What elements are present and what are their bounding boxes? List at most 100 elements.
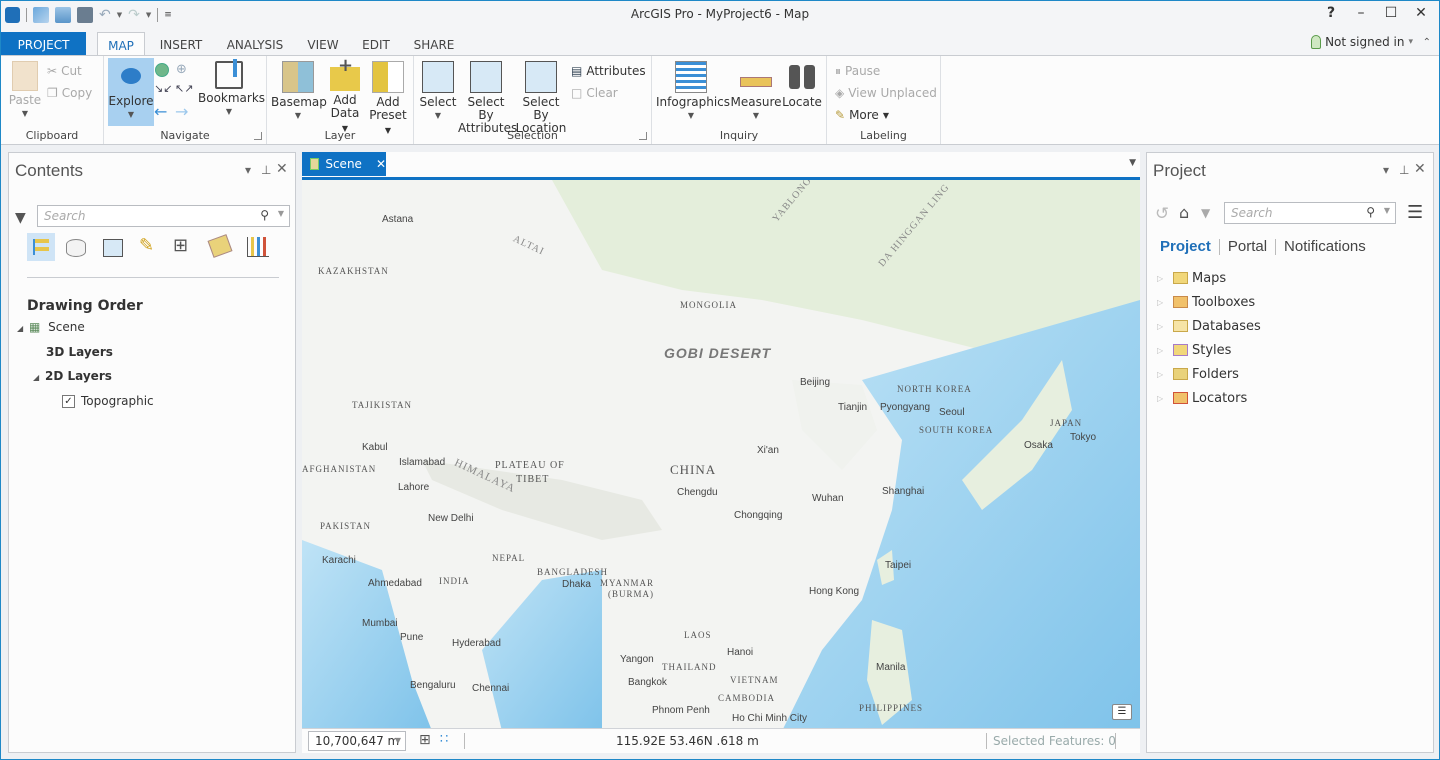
tree-item-2d-layers[interactable]: ◢ 2D Layers	[33, 369, 112, 383]
list-by-selection-icon[interactable]	[103, 239, 123, 257]
close-pane-icon[interactable]: ✕	[1414, 161, 1426, 177]
collapse-triangle-icon[interactable]: ◢	[33, 373, 45, 382]
copy-button[interactable]: ❐ Copy	[47, 84, 92, 102]
close-tab-icon[interactable]: ✕	[376, 157, 386, 171]
pause-labeling-button[interactable]: ⏸ Pause	[835, 62, 880, 80]
basemap-button[interactable]: Basemap ▼	[271, 59, 327, 122]
tab-project-catalog[interactable]: Project	[1160, 238, 1211, 255]
close-pane-icon[interactable]: ✕	[276, 161, 288, 177]
back-icon[interactable]: ↺	[1155, 204, 1169, 224]
select-by-attributes-button[interactable]: Select By Attributes	[458, 59, 517, 135]
tab-map[interactable]: MAP	[97, 32, 145, 56]
close-button[interactable]: ✕	[1411, 5, 1431, 21]
tab-insert[interactable]: INSERT	[153, 32, 209, 55]
pane-options-icon[interactable]: ▾	[245, 163, 251, 177]
list-by-drawing-order-button[interactable]	[27, 233, 55, 261]
view-unplaced-button[interactable]: ◈ View Unplaced	[835, 84, 937, 102]
cut-button[interactable]: ✂ Cut	[47, 62, 82, 80]
tab-share[interactable]: SHARE	[407, 32, 461, 55]
dialog-launcher-icon[interactable]	[639, 132, 647, 140]
add-data-button[interactable]: + Add Data ▼	[327, 57, 363, 135]
tree-item-folders[interactable]: ▷ Folders	[1157, 362, 1261, 386]
previous-extent-icon[interactable]: ←	[154, 102, 167, 121]
hamburger-menu-icon[interactable]: ☰	[1407, 202, 1423, 223]
chevron-down-icon[interactable]: ▼	[1384, 206, 1390, 215]
chevron-down-icon[interactable]: ▼	[278, 209, 284, 218]
tree-item-databases[interactable]: ▷ Databases	[1157, 314, 1261, 338]
search-icon[interactable]: ⚲	[260, 208, 269, 222]
measure-button[interactable]: Measure ▼	[730, 59, 782, 122]
list-by-snapping-icon[interactable]: ⊞	[173, 235, 188, 256]
tree-item-toolboxes[interactable]: ▷ Toolboxes	[1157, 290, 1261, 314]
explore-button[interactable]: Explore ▼	[108, 58, 154, 126]
tab-list-chevron-icon[interactable]: ▼	[1129, 158, 1136, 168]
tab-view[interactable]: VIEW	[301, 32, 345, 55]
bookmarks-button[interactable]: Bookmarks ▼	[198, 59, 265, 118]
search-icon[interactable]: ⚲	[1366, 205, 1375, 219]
select-by-attributes-icon	[470, 61, 502, 93]
tree-item-3d-layers[interactable]: 3D Layers	[46, 345, 113, 359]
layer-visibility-checkbox[interactable]: ✓	[62, 394, 75, 408]
pane-options-icon[interactable]: ▾	[1383, 163, 1389, 177]
attributes-button[interactable]: ▤ Attributes	[571, 62, 646, 80]
tree-item-locators[interactable]: ▷ Locators	[1157, 386, 1261, 410]
filter-icon[interactable]: ▼	[1201, 206, 1210, 220]
minimize-button[interactable]: –	[1351, 5, 1371, 21]
project-search-input[interactable]: Search ⚲ ▼	[1224, 202, 1396, 224]
collapse-ribbon-icon[interactable]: ⌃	[1423, 37, 1431, 48]
expand-triangle-icon[interactable]: ▷	[1157, 394, 1169, 403]
tab-scene[interactable]: Scene ✕	[302, 152, 386, 176]
expand-triangle-icon[interactable]: ▷	[1157, 346, 1169, 355]
locate-button[interactable]: Locate	[782, 59, 822, 109]
scale-selector[interactable]: 10,700,647 m ▼	[308, 731, 406, 751]
tab-analysis[interactable]: ANALYSIS	[221, 32, 289, 55]
map-label-region: NEPAL	[492, 553, 526, 563]
map-label-city: Ahmedabad	[368, 578, 422, 589]
select-by-location-button[interactable]: Select By Location	[514, 59, 568, 135]
dialog-launcher-icon[interactable]	[254, 132, 262, 140]
filter-icon[interactable]: ▼	[15, 210, 26, 226]
fixed-zoom-out-icon[interactable]: ↖↗	[175, 82, 193, 95]
list-by-charts-icon[interactable]	[247, 237, 269, 257]
selected-features-count[interactable]: Selected Features: 0	[993, 734, 1116, 748]
expand-triangle-icon[interactable]: ▷	[1157, 298, 1169, 307]
paste-button[interactable]: Paste ▼	[7, 59, 43, 120]
map-label-region: TIBET	[516, 474, 550, 485]
tree-item-styles[interactable]: ▷ Styles	[1157, 338, 1261, 362]
map-canvas[interactable]: KAZAKHSTAN MONGOLIA GOBI DESERT TAJIKISTAN A…	[302, 177, 1140, 728]
clear-selection-button[interactable]: □ Clear	[571, 84, 618, 102]
infographics-button[interactable]: Infographics ▼	[656, 59, 730, 122]
tree-item-topographic[interactable]: ✓ Topographic	[62, 394, 154, 408]
sign-in-menu[interactable]: Not signed in ▾	[1311, 35, 1413, 49]
map-overlay-toggle-icon[interactable]: ☰	[1112, 704, 1132, 720]
tree-item-maps[interactable]: ▷ Maps	[1157, 266, 1261, 290]
expand-triangle-icon[interactable]: ▷	[1157, 274, 1169, 283]
snapping-grid-icon[interactable]: ⊞	[419, 732, 431, 748]
tab-notifications[interactable]: Notifications	[1284, 238, 1366, 255]
map-label-city: Taipei	[885, 560, 912, 571]
tab-edit[interactable]: EDIT	[355, 32, 397, 55]
more-labeling-button[interactable]: ✎ More ▼	[835, 106, 889, 124]
collapse-triangle-icon[interactable]: ◢	[17, 324, 29, 333]
zoom-to-selection-icon[interactable]: ⊕	[176, 62, 187, 77]
home-icon[interactable]: ⌂	[1179, 203, 1189, 222]
list-by-labeling-icon[interactable]	[207, 234, 233, 258]
add-preset-button[interactable]: Add Preset ▼	[366, 59, 410, 137]
expand-triangle-icon[interactable]: ▷	[1157, 370, 1169, 379]
help-button[interactable]: ?	[1321, 5, 1341, 21]
maximize-button[interactable]: ☐	[1381, 5, 1401, 21]
tree-item-scene[interactable]: ◢ ▦ Scene	[17, 320, 85, 334]
expand-triangle-icon[interactable]: ▷	[1157, 322, 1169, 331]
select-button[interactable]: Select ▼	[418, 59, 458, 122]
fixed-zoom-in-icon[interactable]: ↘↙	[154, 82, 172, 95]
pin-icon[interactable]: ⊥	[261, 163, 271, 177]
next-extent-icon[interactable]: →	[175, 102, 188, 121]
tab-portal[interactable]: Portal	[1228, 238, 1267, 255]
tab-project[interactable]: PROJECT	[1, 32, 86, 55]
list-by-data-source-icon[interactable]	[66, 239, 86, 257]
contents-search-input[interactable]: Search ⚲ ▼	[37, 205, 290, 227]
snapping-points-icon[interactable]: ∷	[440, 732, 448, 747]
full-extent-icon[interactable]	[155, 63, 169, 77]
list-by-editing-icon[interactable]: ✎	[139, 235, 154, 256]
pin-icon[interactable]: ⊥	[1399, 163, 1409, 177]
